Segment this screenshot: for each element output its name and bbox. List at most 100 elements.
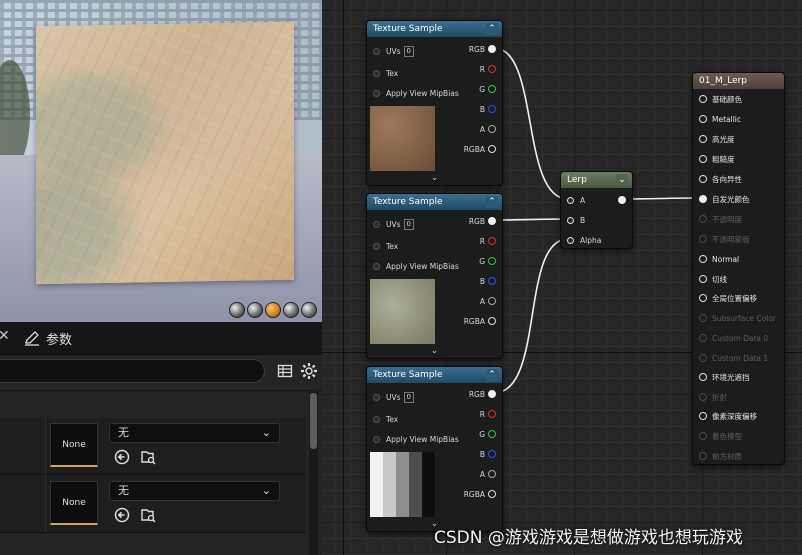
mipbias-input[interactable]: Apply View MipBias (373, 433, 459, 445)
input-pin[interactable] (373, 262, 380, 270)
input-pin[interactable] (699, 135, 707, 143)
tex-input[interactable]: Tex (373, 413, 398, 425)
output-pin[interactable] (488, 45, 496, 53)
output-pin[interactable] (488, 217, 496, 225)
rgb-output[interactable]: RGB (469, 43, 496, 55)
texture-sample-node[interactable]: Texture Sample ⌃ UVs 0 Tex Apply View Mip… (366, 366, 503, 532)
a-output[interactable]: A (480, 123, 496, 135)
expand-icon[interactable]: ⌄ (367, 173, 502, 183)
material-pin[interactable]: 高光度 (699, 133, 735, 145)
gear-icon[interactable] (300, 362, 318, 380)
plane-preview-button[interactable] (265, 302, 281, 318)
rgba-output[interactable]: RGBA (464, 488, 496, 500)
output-pin[interactable] (488, 490, 496, 498)
input-pin[interactable] (699, 294, 707, 302)
uvs-input[interactable]: UVs 0 (373, 45, 414, 57)
input-pin[interactable] (373, 415, 380, 423)
rgb-output[interactable]: RGB (469, 388, 496, 400)
search-input[interactable] (0, 359, 265, 383)
input-pin[interactable] (373, 89, 380, 97)
material-preview-viewport[interactable] (0, 0, 322, 322)
collapse-icon[interactable]: ⌃ (486, 369, 498, 381)
material-result-node[interactable]: 01_M_Lerp 基础颜色 Metallic 高光度 粗糙度 各向异性 自发光… (692, 72, 785, 465)
mipbias-input[interactable]: Apply View MipBias (373, 260, 459, 272)
g-output[interactable]: G (479, 83, 496, 95)
output-pin[interactable] (618, 196, 626, 204)
input-pin[interactable] (699, 115, 707, 123)
input-pin[interactable] (699, 275, 707, 283)
input-pin[interactable] (699, 175, 707, 183)
input-pin[interactable] (699, 195, 707, 203)
tex-input[interactable]: Tex (373, 67, 398, 79)
close-icon[interactable]: ✕ (0, 328, 10, 344)
browse-icon[interactable] (140, 507, 156, 523)
output-pin[interactable] (488, 85, 496, 93)
tex-input[interactable]: Tex (373, 240, 398, 252)
sphere-preview-button[interactable] (247, 302, 263, 318)
cube-preview-button[interactable] (283, 302, 299, 318)
input-pin[interactable] (373, 220, 380, 228)
material-pin[interactable]: 自发光颜色 (699, 193, 750, 205)
output-pin[interactable] (488, 450, 496, 458)
lerp-b-input[interactable]: B (567, 214, 585, 226)
texture-sample-node[interactable]: Texture Sample ⌃ UVs 0 Tex Apply View Mip… (366, 193, 503, 359)
rgb-output[interactable]: RGB (469, 215, 496, 227)
output-pin[interactable] (488, 297, 496, 305)
teapot-preview-button[interactable] (301, 302, 317, 318)
material-pin[interactable]: Normal (699, 253, 739, 265)
material-pin[interactable]: 像素深度偏移 (699, 410, 757, 422)
chevron-down-icon[interactable]: ⌄ (616, 174, 628, 186)
g-output[interactable]: G (479, 255, 496, 267)
b-output[interactable]: B (480, 275, 496, 287)
material-pin[interactable]: Metallic (699, 113, 741, 125)
texture-combo[interactable]: 无 ⌄ (109, 423, 280, 443)
uvs-input[interactable]: UVs 0 (373, 391, 414, 403)
input-pin[interactable] (373, 435, 380, 443)
input-pin[interactable] (567, 196, 574, 204)
details-scrollbar[interactable] (309, 390, 318, 555)
uvs-value[interactable]: 0 (403, 391, 414, 403)
output-pin[interactable] (488, 257, 496, 265)
r-output[interactable]: R (480, 235, 496, 247)
uvs-input[interactable]: UVs 0 (373, 218, 414, 230)
output-pin[interactable] (488, 317, 496, 325)
output-pin[interactable] (488, 470, 496, 478)
collapse-icon[interactable]: ⌃ (486, 23, 498, 35)
texture-thumbnail[interactable]: None (50, 481, 98, 525)
use-selected-icon[interactable] (114, 507, 130, 523)
rgba-output[interactable]: RGBA (464, 315, 496, 327)
output-pin[interactable] (488, 410, 496, 418)
texture-sample-node[interactable]: Texture Sample ⌃ UVs 0 Tex Apply View Mip… (366, 20, 503, 186)
input-pin[interactable] (373, 47, 380, 55)
r-output[interactable]: R (480, 408, 496, 420)
uvs-value[interactable]: 0 (403, 218, 414, 230)
output-pin[interactable] (488, 430, 496, 438)
lerp-a-input[interactable]: A (567, 194, 585, 206)
input-pin[interactable] (699, 412, 707, 420)
a-output[interactable]: A (480, 468, 496, 480)
input-pin[interactable] (373, 242, 380, 250)
mipbias-input[interactable]: Apply View MipBias (373, 87, 459, 99)
lerp-node[interactable]: Lerp ⌄ A B Alpha (560, 171, 633, 249)
use-selected-icon[interactable] (114, 449, 130, 465)
tab-parameters[interactable]: 参数 (14, 322, 82, 354)
output-pin[interactable] (488, 145, 496, 153)
table-icon[interactable] (277, 363, 293, 379)
input-pin[interactable] (699, 155, 707, 163)
texture-combo[interactable]: 无 ⌄ (109, 481, 280, 501)
b-output[interactable]: B (480, 103, 496, 115)
collapse-icon[interactable]: ⌃ (486, 196, 498, 208)
output-pin[interactable] (488, 65, 496, 73)
lerp-output[interactable] (615, 194, 626, 206)
input-pin[interactable] (373, 393, 380, 401)
output-pin[interactable] (488, 390, 496, 398)
b-output[interactable]: B (480, 448, 496, 460)
material-pin[interactable]: 全局位置偏移 (699, 292, 757, 304)
output-pin[interactable] (488, 237, 496, 245)
rgba-output[interactable]: RGBA (464, 143, 496, 155)
texture-thumbnail[interactable]: None (50, 423, 98, 467)
material-pin[interactable]: 粗糙度 (699, 153, 735, 165)
input-pin[interactable] (699, 95, 707, 103)
output-pin[interactable] (488, 105, 496, 113)
material-pin[interactable]: 环境光遮挡 (699, 371, 750, 383)
